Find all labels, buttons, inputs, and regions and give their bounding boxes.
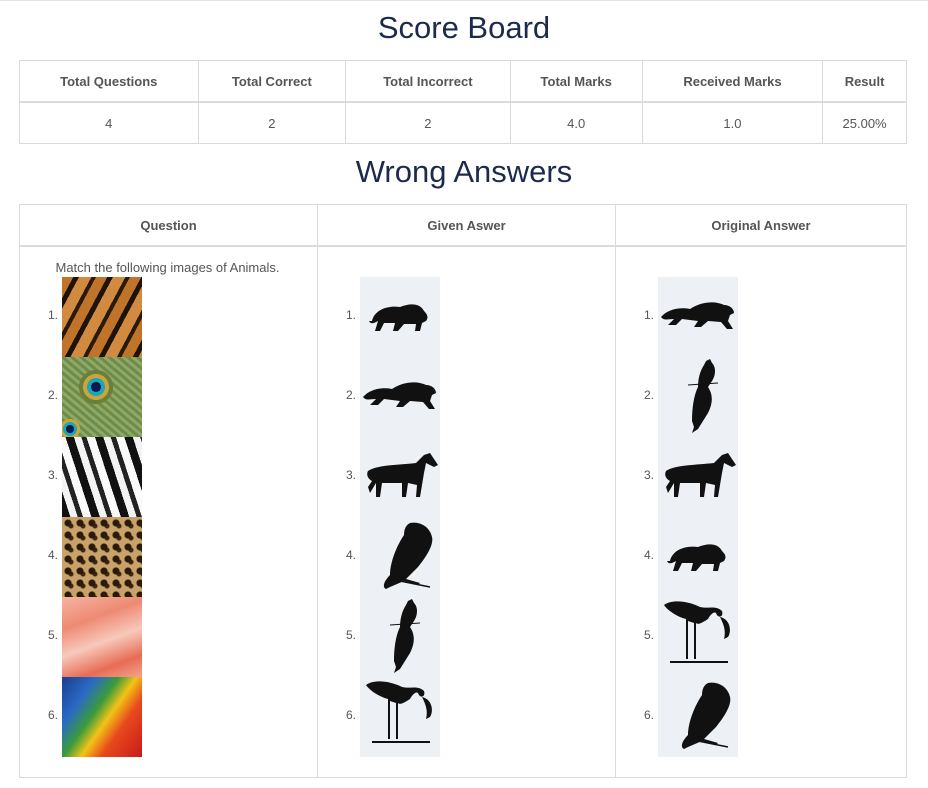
header-total-marks: Total Marks — [509, 60, 643, 103]
flamingo-silhouette — [366, 681, 432, 743]
wrong-answers-title: Wrong Answers — [355, 154, 573, 189]
leopard-spots-image — [62, 517, 142, 597]
parrot-silhouette — [383, 522, 433, 589]
question-cell: Match the following images of Animals. 1… — [19, 245, 318, 778]
question-number: 1. — [48, 308, 59, 322]
wrong-body-row: Match the following images of Animals. 1… — [19, 245, 907, 778]
given-number: 5. — [346, 628, 357, 642]
value-result: 25.00% — [822, 101, 907, 144]
header-question: Question — [19, 204, 318, 247]
question-text: Match the following images of Animals. — [55, 260, 280, 275]
zebra-silhouette — [367, 453, 438, 497]
score-header-row: Total Questions Total Correct Total Inco… — [19, 60, 907, 103]
value-total-marks: 4.0 — [509, 101, 643, 144]
question-number: 2. — [48, 388, 59, 402]
original-number: 2. — [644, 388, 655, 402]
header-result: Result — [822, 60, 907, 103]
given-number: 3. — [346, 468, 357, 482]
header-original-answer: Original Answer — [615, 204, 907, 247]
original-number: 5. — [644, 628, 655, 642]
given-number: 4. — [346, 548, 357, 562]
value-total-questions: 4 — [19, 101, 199, 144]
original-number: 1. — [644, 308, 655, 322]
value-total-correct: 2 — [197, 101, 347, 144]
header-total-incorrect: Total Incorrect — [345, 60, 511, 103]
jaguar-silhouette — [667, 544, 726, 571]
flamingo-silhouette — [664, 601, 730, 663]
peacock-feather-image — [62, 357, 142, 437]
score-board-table: Total Questions Total Correct Total Inco… — [19, 60, 907, 144]
score-board-title: Score Board — [377, 10, 551, 45]
header-received-marks: Received Marks — [641, 60, 824, 103]
given-answer-cell: 1. 2. 3. 4. 5. 6. — [317, 245, 616, 778]
score-value-row: 4 2 2 4.0 1.0 25.00% — [19, 101, 907, 144]
zebra-silhouette — [665, 453, 736, 497]
header-given-answer: Given Aswer — [317, 204, 616, 247]
given-number: 6. — [346, 708, 357, 722]
question-number: 4. — [48, 548, 59, 562]
peacock-silhouette — [687, 359, 719, 433]
peacock-silhouette — [389, 599, 421, 673]
jaguar-silhouette — [369, 304, 428, 331]
question-number: 6. — [48, 708, 59, 722]
original-number: 4. — [644, 548, 655, 562]
original-number: 6. — [644, 708, 655, 722]
given-number: 2. — [346, 388, 357, 402]
header-total-questions: Total Questions — [19, 60, 199, 103]
zebra-stripes-image — [62, 437, 142, 517]
header-total-correct: Total Correct — [197, 60, 347, 103]
original-number: 3. — [644, 468, 655, 482]
parrot-silhouette — [681, 682, 731, 749]
question-number: 5. — [48, 628, 59, 642]
original-answer-cell: 1. 2. 3. 4. 5. 6. — [615, 245, 907, 778]
wrong-header-row: Question Given Aswer Original Answer — [19, 204, 907, 247]
top-divider — [0, 0, 928, 1]
wrong-answers-table: Question Given Aswer Original Answer Mat… — [19, 204, 907, 778]
value-received-marks: 1.0 — [641, 101, 824, 144]
flamingo-feathers-image — [62, 597, 142, 677]
macaw-feathers-image — [62, 677, 142, 757]
tiger-silhouette — [363, 382, 436, 409]
tiger-fur-image — [62, 277, 142, 357]
value-total-incorrect: 2 — [345, 101, 511, 144]
question-number: 3. — [48, 468, 59, 482]
given-number: 1. — [346, 308, 357, 322]
tiger-silhouette — [661, 302, 734, 329]
